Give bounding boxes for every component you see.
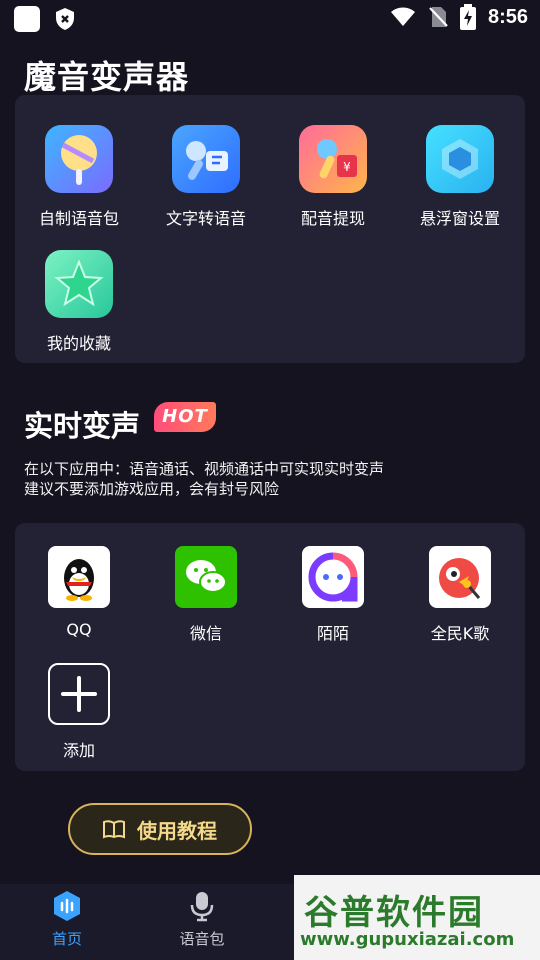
clock: 8:56 bbox=[487, 5, 528, 28]
tab-label: 首页 bbox=[51, 930, 82, 948]
app-label: QQ bbox=[66, 620, 92, 639]
tool-text-to-speech[interactable]: 文字转语音 bbox=[142, 125, 270, 229]
tab-label: 语音包 bbox=[179, 930, 225, 948]
mic-cash-icon: ¥ bbox=[299, 125, 367, 193]
tool-dubbing-cash[interactable]: ¥ 配音提现 bbox=[269, 125, 397, 229]
no-sim-icon bbox=[429, 7, 448, 27]
tab-home[interactable]: 首页 bbox=[7, 890, 127, 949]
tool-label: 我的收藏 bbox=[46, 334, 111, 353]
momo-icon bbox=[302, 546, 364, 608]
add-app-button[interactable]: 添加 bbox=[15, 663, 143, 761]
desc-line-1: 在以下应用中：语音通话、视频通话中可实现实时变声 bbox=[24, 460, 385, 478]
page-title: 魔音变声器 bbox=[24, 58, 190, 96]
section-title: 实时变声 bbox=[24, 409, 141, 443]
app-label: 全民K歌 bbox=[430, 624, 490, 643]
star-icon bbox=[45, 250, 113, 318]
app-label: 微信 bbox=[189, 624, 222, 643]
hexagon-icon bbox=[426, 125, 494, 193]
tool-floating-window[interactable]: 悬浮窗设置 bbox=[396, 125, 524, 229]
tool-label: 文字转语音 bbox=[165, 209, 246, 228]
lollipop-icon bbox=[45, 125, 113, 193]
tutorial-button[interactable]: 使用教程 bbox=[68, 803, 252, 855]
svg-text:¥: ¥ bbox=[343, 160, 351, 174]
hot-badge: HOT bbox=[154, 402, 216, 432]
status-bar: 8:56 bbox=[0, 0, 540, 36]
app-quanmin-kge[interactable]: 全民K歌 bbox=[396, 546, 524, 644]
watermark-title: 谷普软件园 bbox=[304, 893, 484, 933]
watermark-url: www.gupuxiazai.com bbox=[300, 929, 515, 950]
app-label: 陌陌 bbox=[316, 624, 349, 643]
wechat-icon bbox=[175, 546, 237, 608]
qq-icon bbox=[48, 546, 110, 608]
app-label: 添加 bbox=[62, 741, 95, 760]
tools-card: 自制语音包 文字转语音 ¥ 配音提现 悬浮窗设置 我的收藏 bbox=[15, 95, 525, 363]
app-notification-icon bbox=[14, 6, 40, 32]
home-wave-icon bbox=[51, 890, 83, 922]
tool-favorites[interactable]: 我的收藏 bbox=[15, 250, 143, 354]
tool-label: 配音提现 bbox=[300, 209, 365, 228]
plus-icon bbox=[48, 663, 110, 725]
section-description: 在以下应用中：语音通话、视频通话中可实现实时变声 建议不要添加游戏应用，会有封号… bbox=[24, 459, 384, 499]
app-wechat[interactable]: 微信 bbox=[142, 546, 270, 644]
tab-voicepack[interactable]: 语音包 bbox=[142, 890, 262, 949]
tool-custom-voicepack[interactable]: 自制语音包 bbox=[15, 125, 143, 229]
apps-card: QQ 微信 陌陌 全民K歌 添加 bbox=[15, 523, 525, 771]
wifi-icon bbox=[390, 7, 415, 26]
desc-line-2: 建议不要添加游戏应用，会有封号风险 bbox=[24, 480, 280, 498]
app-qq[interactable]: QQ bbox=[15, 546, 143, 639]
mic-text-icon bbox=[172, 125, 240, 193]
app-momo[interactable]: 陌陌 bbox=[269, 546, 397, 644]
tutorial-label: 使用教程 bbox=[137, 818, 217, 843]
tool-label: 自制语音包 bbox=[38, 209, 119, 228]
kge-icon bbox=[429, 546, 491, 608]
book-icon bbox=[103, 820, 125, 839]
microphone-icon bbox=[186, 890, 218, 922]
battery-icon bbox=[459, 4, 476, 30]
tool-label: 悬浮窗设置 bbox=[419, 209, 500, 228]
watermark: 谷普软件园 www.gupuxiazai.com bbox=[294, 875, 540, 960]
shield-icon bbox=[56, 8, 74, 30]
